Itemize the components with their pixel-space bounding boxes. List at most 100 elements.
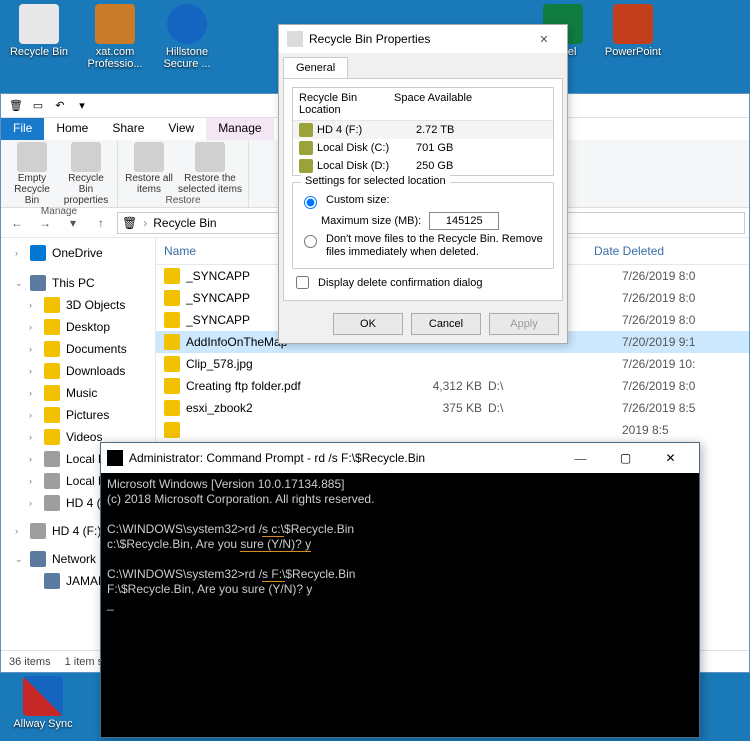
- tab-view[interactable]: View: [156, 118, 206, 140]
- nav-onedrive[interactable]: ›OneDrive: [1, 242, 155, 264]
- desktop-icon-hillstone[interactable]: Hillstone Secure ...: [152, 4, 222, 70]
- close-button[interactable]: ✕: [648, 451, 693, 466]
- table-row[interactable]: Clip_578.jpg7/26/2019 10:: [156, 353, 749, 375]
- file-icon: [164, 378, 180, 394]
- apply-button[interactable]: Apply: [489, 313, 559, 335]
- allway-icon: [23, 676, 63, 716]
- close-button[interactable]: ✕: [529, 33, 559, 46]
- bin-icon: 🗑: [122, 216, 137, 230]
- radio-input[interactable]: [304, 196, 317, 209]
- minimize-button[interactable]: —: [558, 451, 603, 466]
- folder-icon: [44, 319, 60, 335]
- dialog-titlebar[interactable]: Recycle Bin Properties ✕: [279, 25, 567, 53]
- drive-icon: [299, 141, 313, 155]
- max-size-input[interactable]: [429, 212, 499, 230]
- nav-downloads[interactable]: ›Downloads: [15, 360, 155, 382]
- table-row[interactable]: esxi_zbook2375 KBD:\7/26/2019 8:5: [156, 397, 749, 419]
- drive-icon: [44, 473, 60, 489]
- file-icon: [164, 268, 180, 284]
- tab-share[interactable]: Share: [100, 118, 156, 140]
- desktop-icon-xat[interactable]: xat.com Professio...: [80, 4, 150, 70]
- cloud-icon: [30, 245, 46, 261]
- tab-general[interactable]: General: [283, 57, 348, 78]
- nav-documents[interactable]: ›Documents: [15, 338, 155, 360]
- col-space[interactable]: Space Available: [388, 88, 553, 120]
- network-icon: [30, 551, 46, 567]
- nav-pictures[interactable]: ›Pictures: [15, 404, 155, 426]
- checkbox-input[interactable]: [296, 276, 309, 289]
- nav-music[interactable]: ›Music: [15, 382, 155, 404]
- drive-icon: [299, 159, 313, 173]
- pc-icon: [44, 573, 60, 589]
- up-button[interactable]: ↑: [89, 211, 113, 235]
- custom-size-radio[interactable]: Custom size:: [299, 194, 547, 209]
- cmd-title: Administrator: Command Prompt - rd /s F:…: [129, 451, 558, 465]
- folder-icon: [44, 385, 60, 401]
- restore-all-button[interactable]: Restore all items: [124, 142, 174, 195]
- confirm-checkbox-row[interactable]: Display delete confirmation dialog: [292, 273, 554, 292]
- trash-icon: [17, 142, 47, 172]
- drive-icon: [299, 123, 313, 137]
- back-button[interactable]: ←: [5, 211, 29, 235]
- icon-label: PowerPoint: [605, 46, 661, 58]
- file-icon: [164, 312, 180, 328]
- desktop-icon-allway-sync[interactable]: Allway Sync: [8, 676, 78, 730]
- nav-3dobjects[interactable]: ›3D Objects: [15, 294, 155, 316]
- tab-manage[interactable]: Manage: [206, 118, 273, 140]
- terminal-body[interactable]: Microsoft Windows [Version 10.0.17134.88…: [101, 473, 699, 616]
- qat-undo-icon[interactable]: ↶: [51, 97, 69, 115]
- restore-selected-button[interactable]: Restore the selected items: [178, 142, 242, 195]
- drive-icon: [44, 495, 60, 511]
- recycle-bin-properties-dialog: Recycle Bin Properties ✕ General Recycle…: [278, 24, 568, 344]
- group-label: Restore: [124, 195, 242, 206]
- ok-button[interactable]: OK: [333, 313, 403, 335]
- cmd-titlebar[interactable]: Administrator: Command Prompt - rd /s F:…: [101, 443, 699, 473]
- radio-input[interactable]: [304, 235, 317, 248]
- max-size-label: Maximum size (MB):: [321, 215, 421, 227]
- icon-label: Allway Sync: [13, 718, 72, 730]
- folder-icon: [44, 429, 60, 445]
- file-icon: [164, 400, 180, 416]
- command-prompt-window: Administrator: Command Prompt - rd /s F:…: [100, 442, 700, 738]
- dialog-title: Recycle Bin Properties: [309, 32, 529, 46]
- drive-row[interactable]: Local Disk (D:)250 GB: [293, 157, 553, 175]
- bin-props-button[interactable]: Recycle Bin properties: [61, 142, 111, 206]
- folder-icon: [44, 297, 60, 313]
- qat-props-icon[interactable]: ▭: [29, 97, 47, 115]
- file-icon: [164, 290, 180, 306]
- drive-row[interactable]: HD 4 (F:)2.72 TB: [293, 121, 553, 139]
- folder-icon: [44, 341, 60, 357]
- file-icon: [164, 334, 180, 350]
- app-icon: 🗑: [7, 97, 25, 115]
- desktop-icon-recycle-bin[interactable]: Recycle Bin: [4, 4, 74, 58]
- pc-icon: [30, 275, 46, 291]
- desktop-icon-powerpoint[interactable]: PowerPoint: [598, 4, 668, 58]
- settings-legend: Settings for selected location: [301, 175, 450, 187]
- col-location[interactable]: Recycle Bin Location: [293, 88, 388, 120]
- cancel-button[interactable]: Cancel: [411, 313, 481, 335]
- table-row[interactable]: Creating ftp folder.pdf4,312 KBD:\7/26/2…: [156, 375, 749, 397]
- location-table: Recycle Bin LocationSpace Available HD 4…: [292, 87, 554, 176]
- tab-file[interactable]: File: [1, 118, 44, 140]
- col-date[interactable]: Date Deleted: [586, 238, 749, 264]
- icon-label: xat.com Professio...: [87, 46, 142, 70]
- status-items: 36 items: [9, 656, 51, 668]
- forward-button[interactable]: →: [33, 211, 57, 235]
- file-icon: [164, 356, 180, 372]
- tab-home[interactable]: Home: [44, 118, 100, 140]
- maximize-button[interactable]: ▢: [603, 451, 648, 466]
- settings-group: Settings for selected location Custom si…: [292, 182, 554, 269]
- nav-desktop[interactable]: ›Desktop: [15, 316, 155, 338]
- cmd-icon: [107, 450, 123, 466]
- qat-dropdown-icon[interactable]: ▾: [73, 97, 91, 115]
- table-row[interactable]: 2019 8:5: [156, 419, 749, 441]
- dont-move-radio[interactable]: Don't move files to the Recycle Bin. Rem…: [299, 233, 547, 259]
- nav-thispc[interactable]: ⌄This PC: [1, 272, 155, 294]
- empty-bin-button[interactable]: Empty Recycle Bin: [7, 142, 57, 206]
- drive-row[interactable]: Local Disk (C:)701 GB: [293, 139, 553, 157]
- icon-label: Recycle Bin: [10, 46, 68, 58]
- restore-all-icon: [134, 142, 164, 172]
- folder-icon: [44, 407, 60, 423]
- restore-sel-icon: [195, 142, 225, 172]
- history-dropdown[interactable]: ▾: [61, 211, 85, 235]
